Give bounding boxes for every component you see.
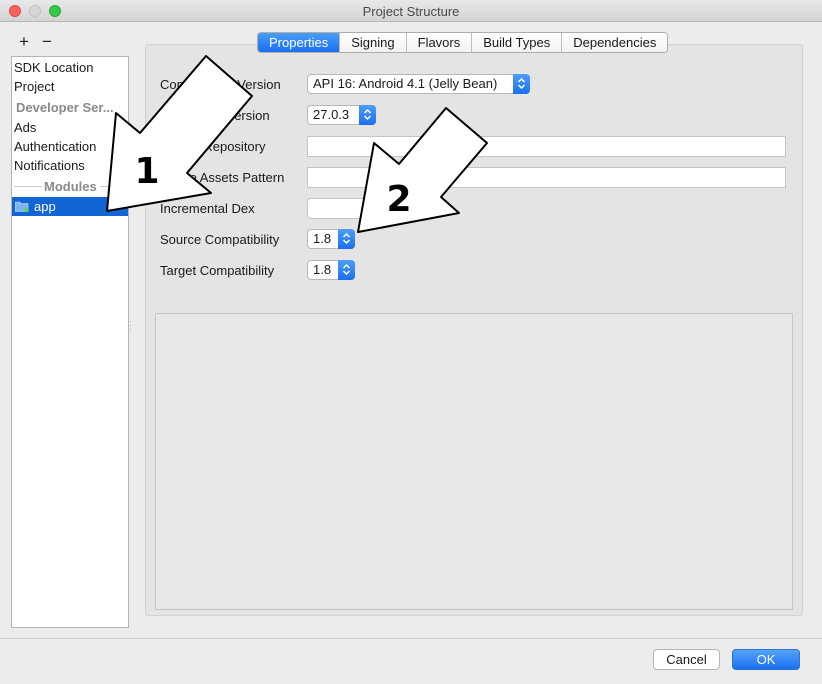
tab-properties[interactable]: Properties [258,33,341,52]
module-folder-icon [15,201,29,212]
source-compatibility-chevron-icon [338,229,355,249]
source-compatibility-label: Source Compatibility [160,232,280,247]
target-compatibility-label: Target Compatibility [160,263,275,278]
sidebar-header-developer-services: Developer Ser... [16,100,114,115]
footer-divider [0,638,822,639]
ok-button[interactable]: OK [732,649,800,670]
ignore-assets-pattern-label: Ignore Assets Pattern [160,170,285,185]
sidebar-item-notifications[interactable]: Notifications [14,156,85,175]
modules-divider-left [14,186,42,187]
compile-sdk-label: Compile Sdk Version [160,77,281,92]
sidebar-item-app[interactable]: app [12,197,128,216]
add-module-button[interactable]: + [19,33,29,50]
tab-signing[interactable]: Signing [340,33,407,52]
build-tools-select[interactable]: 27.0.3 [307,105,376,125]
tab-build-types[interactable]: Build Types [472,33,563,52]
sidebar: SDK Location Project Developer Ser... Ad… [11,56,129,628]
modules-header: Modules [42,178,99,195]
modules-divider-right [100,186,126,187]
cancel-button[interactable]: Cancel [653,649,720,670]
library-repository-label: Library Repository [160,139,266,154]
module-app-label: app [34,199,56,214]
target-compatibility-chevron-icon [338,260,355,280]
sidebar-item-ads[interactable]: Ads [14,118,36,137]
build-tools-value: 27.0.3 [313,107,350,122]
compile-sdk-value: API 16: Android 4.1 (Jelly Bean) [313,76,498,91]
source-compatibility-value: 1.8 [313,231,332,246]
tab-dependencies[interactable]: Dependencies [562,33,668,52]
compile-sdk-chevron-icon [513,74,530,94]
tab-bar: Properties Signing Flavors Build Types D… [257,32,669,53]
incremental-dex-select[interactable] [307,198,367,219]
incremental-dex-label: Incremental Dex [160,201,255,216]
sidebar-splitter-handle[interactable]: · · · [129,318,133,334]
modules-separator: Modules [12,178,128,195]
build-tools-chevron-icon [359,105,376,125]
library-repository-input[interactable] [307,136,786,157]
sidebar-item-sdk-location[interactable]: SDK Location [14,58,94,77]
window-title: Project Structure [362,4,460,19]
details-area [155,313,793,610]
sidebar-item-project[interactable]: Project [14,77,54,96]
target-compatibility-value: 1.8 [313,262,332,277]
remove-module-button[interactable]: − [42,33,52,50]
ignore-assets-pattern-input[interactable] [307,167,786,188]
target-compatibility-select[interactable]: 1.8 [307,260,355,280]
build-tools-label: Build Tools Version [160,108,270,123]
title-bar: Project Structure [0,0,822,22]
compile-sdk-select[interactable]: API 16: Android 4.1 (Jelly Bean) [307,74,530,94]
sidebar-item-authentication[interactable]: Authentication [14,137,96,156]
tab-flavors[interactable]: Flavors [406,33,473,52]
source-compatibility-select[interactable]: 1.8 [307,229,355,249]
